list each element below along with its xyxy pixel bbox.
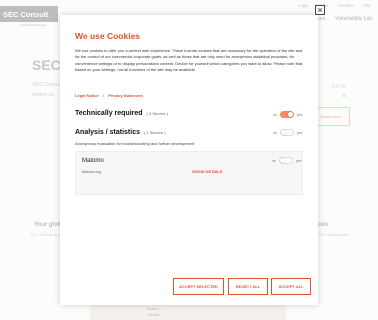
category-analysis-statistics: Analysis / statistics( 1 Service )	[75, 129, 166, 136]
toggle-knob	[279, 158, 285, 163]
category-title: Technically required	[75, 110, 143, 117]
privacy-statement-link[interactable]: Privacy Statement	[108, 93, 143, 98]
link-separator: •	[102, 93, 105, 98]
technically-required-toggle[interactable]: no yes	[273, 111, 302, 118]
cookie-consent-dialog: We use Cookies We use cookies to offer y…	[60, 15, 318, 305]
accept-all-button[interactable]: ACCEPT ALL	[271, 278, 311, 295]
dialog-description: We use cookies to offer you a perfect we…	[75, 48, 303, 72]
legal-notice-link[interactable]: Legal Notice	[75, 93, 99, 98]
toggle-no-label: no	[273, 112, 277, 117]
analysis-statistics-toggle[interactable]: no yes	[273, 129, 302, 136]
toggle-switch-on[interactable]	[279, 111, 294, 118]
close-icon[interactable]: ×	[315, 5, 325, 15]
toggle-yes-label: yes	[295, 158, 302, 163]
category-description: Anonymous evaluation for troubleshooting…	[75, 141, 195, 146]
toggle-switch-off[interactable]	[279, 129, 294, 136]
service-provider: Matomo.org	[82, 170, 101, 174]
reject-all-button[interactable]: REJECT ALL	[228, 278, 268, 295]
toggle-no-label: no	[273, 130, 277, 135]
service-matomo: Matomo Matomo.org SHOW DETAILS no yes	[75, 151, 303, 195]
dialog-title: We use Cookies	[75, 31, 141, 41]
category-count: ( 1 Service )	[143, 130, 166, 135]
matomo-toggle[interactable]: no yes	[272, 157, 301, 164]
category-title: Analysis / statistics	[75, 129, 140, 136]
category-count: ( 3 Service )	[146, 111, 169, 116]
toggle-no-label: no	[272, 158, 276, 163]
legal-links: Legal Notice • Privacy Statement	[75, 93, 143, 98]
toggle-yes-label: yes	[296, 130, 303, 135]
toggle-switch-off[interactable]	[278, 157, 293, 164]
accept-selected-button[interactable]: ACCEPT SELECTED	[173, 278, 224, 295]
toggle-knob	[280, 130, 286, 135]
category-technically-required: Technically required( 3 Service )	[75, 110, 168, 117]
show-details-link[interactable]: SHOW DETAILS	[192, 169, 222, 174]
toggle-yes-label: yes	[296, 112, 303, 117]
service-name: Matomo	[82, 158, 104, 164]
toggle-knob	[287, 112, 293, 117]
